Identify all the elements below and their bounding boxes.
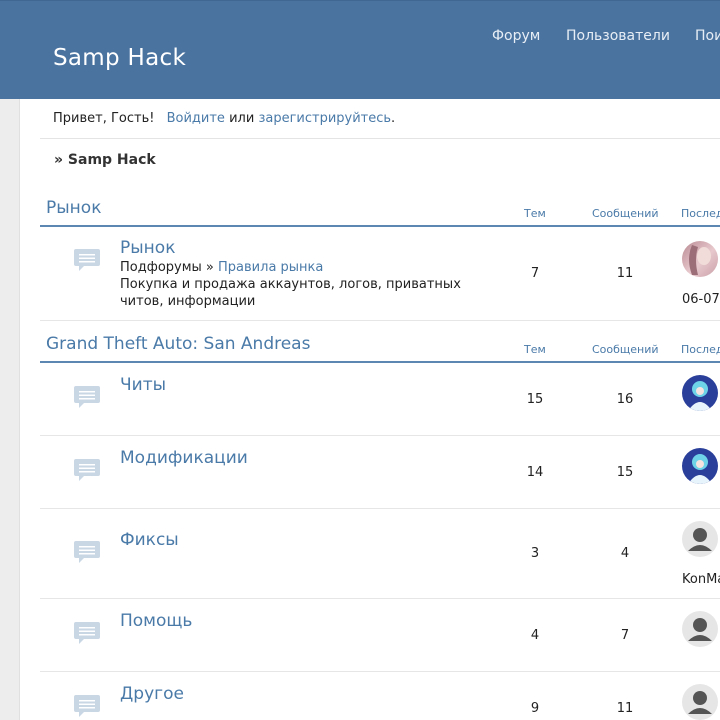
row-divider [40,671,720,672]
topics-count: 15 [526,392,544,407]
nav-forum[interactable]: Форум [492,26,540,46]
column-header-last-post: Послед [681,207,720,220]
guest-greeting: Привет, Гость! Войдите или зарегистрируй… [53,110,395,128]
site-header: Samp Hack Форум Пользователи Пои [0,0,720,99]
last-poster-avatar[interactable] [682,375,718,411]
default-user-avatar[interactable] [682,611,718,647]
subforums-list: Подфорумы » Правила рынка [120,259,323,276]
left-gutter [0,99,20,720]
forum-read-icon [74,249,100,271]
forum-read-icon [74,459,100,481]
greeting-period: . [391,111,396,126]
breadcrumb[interactable]: » Samp Hack [54,151,156,169]
column-header-last-post: Послед [681,343,720,356]
posts-count: 4 [620,546,630,561]
greeting-or: или [229,111,255,126]
posts-count: 11 [616,701,634,716]
forum-link-market[interactable]: Рынок [120,237,175,259]
row-divider [40,435,720,436]
forum-read-icon [74,622,100,644]
topics-count: 9 [530,701,540,716]
nav-users[interactable]: Пользователи [566,26,670,46]
forum-read-icon [74,541,100,563]
forum-read-icon [74,386,100,408]
row-divider [40,508,720,509]
category-underline [40,225,720,227]
avatar-image [688,381,712,411]
category-title-market[interactable]: Рынок [46,197,101,219]
column-header-topics: Тем [524,343,546,356]
last-poster-name[interactable]: KonMa [682,572,720,588]
subforums-label: Подфорумы » [120,260,214,275]
column-header-topics: Тем [524,207,546,220]
default-user-avatar[interactable] [682,684,718,720]
forum-link-fixes[interactable]: Фиксы [120,529,179,551]
column-header-posts: Сообщений [592,343,659,356]
forum-read-icon [74,695,100,717]
user-silhouette-icon [688,528,712,551]
posts-count: 15 [616,465,634,480]
topics-count: 4 [530,628,540,643]
login-link[interactable]: Войдите [167,111,225,126]
column-header-posts: Сообщений [592,207,659,220]
posts-count: 16 [616,392,634,407]
divider [40,138,720,139]
row-divider [40,320,720,321]
greeting-text: Привет, Гость! [53,111,155,126]
category-underline [40,361,720,363]
register-link[interactable]: зарегистрируйтесь [258,111,391,126]
user-silhouette-icon [688,691,712,714]
default-user-avatar[interactable] [682,521,718,557]
subforum-link-market-rules[interactable]: Правила рынка [218,260,323,275]
posts-count: 11 [616,266,634,281]
last-poster-avatar[interactable] [682,448,718,484]
avatar-image [689,245,711,275]
user-silhouette-icon [688,618,712,641]
last-post-date[interactable]: 06-07 [682,292,720,308]
forum-link-cheats[interactable]: Читы [120,374,166,396]
nav-search[interactable]: Пои [695,26,720,46]
forum-link-help[interactable]: Помощь [120,610,192,632]
forum-link-mods[interactable]: Модификации [120,447,248,469]
topics-count: 3 [530,546,540,561]
forum-description: Покупка и продажа аккаунтов, логов, прив… [120,277,461,309]
last-poster-avatar[interactable] [682,241,718,277]
category-title-gta-sa[interactable]: Grand Theft Auto: San Andreas [46,333,310,355]
topics-count: 7 [530,266,540,281]
row-divider [40,598,720,599]
avatar-image [688,454,712,484]
top-navigation: Форум Пользователи Пои [0,26,720,50]
posts-count: 7 [620,628,630,643]
forum-link-other[interactable]: Другое [120,683,184,705]
topics-count: 14 [526,465,544,480]
